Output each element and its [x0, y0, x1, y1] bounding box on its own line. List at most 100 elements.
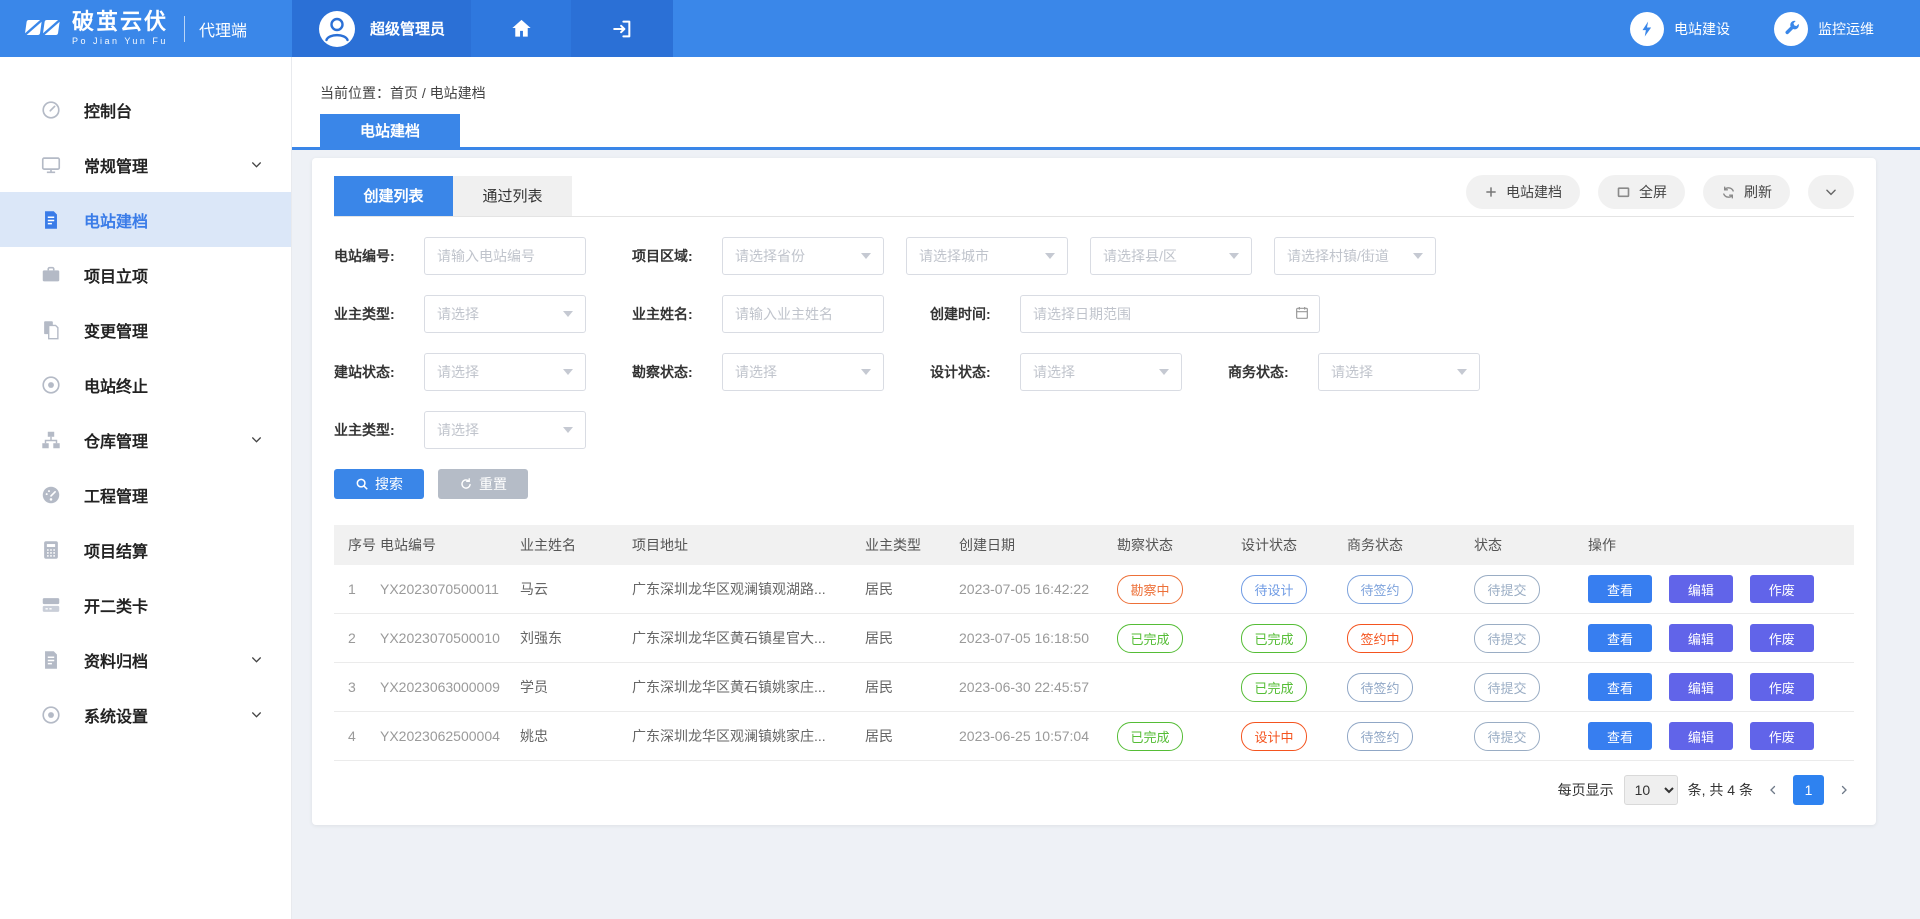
logo-subtitle: Po Jian Yun Fu [72, 36, 168, 46]
refresh-button[interactable]: 刷新 [1703, 175, 1790, 209]
village-select[interactable]: 请选择村镇/街道 [1274, 237, 1436, 275]
sidebar-item-console[interactable]: 控制台 [0, 82, 291, 137]
station-table: 序号 电站编号 业主姓名 项目地址 业主类型 创建日期 勘察状态 设计状态 商务… [334, 525, 1854, 761]
sitemap-icon [40, 429, 62, 451]
date-range-input[interactable] [1020, 295, 1320, 333]
cell-address: 广东深圳龙华区黄石镇姚家庄... [632, 677, 865, 697]
owner-type2-label: 业主类型: [334, 420, 412, 440]
view-button[interactable]: 查看 [1588, 673, 1652, 701]
city-placeholder: 请选择城市 [919, 246, 989, 266]
filter-form: 电站编号: 项目区域: 请选择省份 请选择城市 请选择县/区 请选择村镇/街道 [334, 217, 1854, 499]
owner-type-select[interactable]: 请选择 [424, 295, 586, 333]
monitor-icon [40, 154, 62, 176]
void-button[interactable]: 作废 [1750, 624, 1814, 652]
sidebar-item-station-termination[interactable]: 电站终止 [0, 357, 291, 412]
view-button[interactable]: 查看 [1588, 624, 1652, 652]
station-code-label: 电站编号: [334, 246, 412, 266]
build-status-select[interactable]: 请选择 [424, 353, 586, 391]
page-number-button[interactable]: 1 [1793, 775, 1824, 805]
cell-seq: 1 [334, 581, 380, 597]
sidebar-item-warehouse-mgmt[interactable]: 仓库管理 [0, 412, 291, 467]
sidebar-item-system-settings[interactable]: 系统设置 [0, 687, 291, 742]
prev-page-button[interactable] [1763, 783, 1783, 797]
void-button[interactable]: 作废 [1750, 673, 1814, 701]
edit-button[interactable]: 编辑 [1669, 575, 1733, 603]
build-status-placeholder: 请选择 [437, 362, 479, 382]
select-arrow-icon [1045, 253, 1055, 259]
col-header-type: 业主类型 [865, 535, 959, 555]
card-icon [40, 594, 62, 616]
next-page-button[interactable] [1834, 783, 1854, 797]
nav-monitor-ops-label: 监控运维 [1818, 19, 1874, 39]
sidebar-item-engineering-mgmt[interactable]: 工程管理 [0, 467, 291, 522]
design-status-select[interactable]: 请选择 [1020, 353, 1182, 391]
col-header-owner: 业主姓名 [520, 535, 632, 555]
cell-code: YX2023063000009 [380, 679, 520, 695]
station-code-input[interactable] [424, 237, 586, 275]
cell-seq: 3 [334, 679, 380, 695]
province-select[interactable]: 请选择省份 [722, 237, 884, 275]
breadcrumb: 当前位置：首页 / 电站建档 [292, 57, 1920, 100]
fullscreen-button[interactable]: 全屏 [1598, 175, 1685, 209]
sidebar-item-station-archive[interactable]: 电站建档 [0, 192, 291, 247]
logo-title: 破茧云伏 [72, 11, 168, 33]
col-header-status: 状态 [1474, 535, 1588, 555]
page-tab-station-archive[interactable]: 电站建档 [320, 114, 460, 147]
sidebar-item-change-mgmt[interactable]: 变更管理 [0, 302, 291, 357]
create-station-button[interactable]: 电站建档 [1466, 175, 1580, 209]
edit-button[interactable]: 编辑 [1669, 722, 1733, 750]
per-page-select[interactable]: 10 [1624, 775, 1678, 805]
search-label: 搜索 [375, 474, 403, 494]
edit-button[interactable]: 编辑 [1669, 624, 1733, 652]
chevron-down-icon [250, 653, 263, 666]
county-select[interactable]: 请选择县/区 [1090, 237, 1252, 275]
search-icon [355, 477, 369, 491]
cell-code: YX2023070500011 [380, 581, 520, 597]
collapse-toolbar-button[interactable] [1808, 175, 1854, 209]
view-button[interactable]: 查看 [1588, 575, 1652, 603]
cell-type: 居民 [865, 677, 959, 697]
cell-address: 广东深圳龙华区观澜镇观湖路... [632, 579, 865, 599]
business-status-select[interactable]: 请选择 [1318, 353, 1480, 391]
view-button[interactable]: 查看 [1588, 722, 1652, 750]
refresh-label: 刷新 [1744, 182, 1772, 202]
sidebar-item-label: 常规管理 [84, 153, 148, 177]
sidebar-item-label: 项目立项 [84, 263, 148, 287]
table-row: 3 YX2023063000009 学员 广东深圳龙华区黄石镇姚家庄... 居民… [334, 663, 1854, 712]
owner-type2-select[interactable]: 请选择 [424, 411, 586, 449]
select-arrow-icon [861, 369, 871, 375]
nav-station-build[interactable]: 电站建设 [1630, 12, 1730, 46]
city-select[interactable]: 请选择城市 [906, 237, 1068, 275]
select-arrow-icon [563, 311, 573, 317]
owner-type2-placeholder: 请选择 [437, 420, 479, 440]
login-arrow-icon [611, 18, 633, 40]
date-range-picker[interactable] [1020, 295, 1320, 333]
edit-button[interactable]: 编辑 [1669, 673, 1733, 701]
sidebar-item-data-archive[interactable]: 资料归档 [0, 632, 291, 687]
tab-passed-list[interactable]: 通过列表 [453, 176, 572, 216]
sidebar-item-label: 电站建档 [84, 208, 148, 232]
sidebar-item-type2-card[interactable]: 开二类卡 [0, 577, 291, 632]
chevron-down-icon [1824, 185, 1838, 199]
void-button[interactable]: 作废 [1750, 722, 1814, 750]
home-button[interactable] [471, 0, 571, 57]
nav-monitor-ops[interactable]: 监控运维 [1774, 12, 1874, 46]
pagination: 每页显示 10 条, 共 4 条 1 [334, 775, 1854, 805]
logout-button[interactable] [571, 0, 673, 57]
sidebar-item-project-initiation[interactable]: 项目立项 [0, 247, 291, 302]
sidebar-item-general-mgmt[interactable]: 常规管理 [0, 137, 291, 192]
select-arrow-icon [1229, 253, 1239, 259]
sidebar-item-project-settlement[interactable]: 项目结算 [0, 522, 291, 577]
void-button[interactable]: 作废 [1750, 575, 1814, 603]
nav-station-build-label: 电站建设 [1674, 19, 1730, 39]
reset-button[interactable]: 重置 [438, 469, 528, 499]
search-button[interactable]: 搜索 [334, 469, 424, 499]
survey-status-select[interactable]: 请选择 [722, 353, 884, 391]
owner-name-input[interactable] [722, 295, 884, 333]
tab-create-list[interactable]: 创建列表 [334, 176, 453, 216]
design-status-badge: 已完成 [1241, 673, 1307, 702]
sidebar: 控制台 常规管理 电站建档 项 [0, 57, 292, 919]
logo: 破茧云伏 Po Jian Yun Fu 代理端 [0, 0, 292, 57]
user-block[interactable]: 超级管理员 [292, 0, 471, 57]
select-arrow-icon [861, 253, 871, 259]
